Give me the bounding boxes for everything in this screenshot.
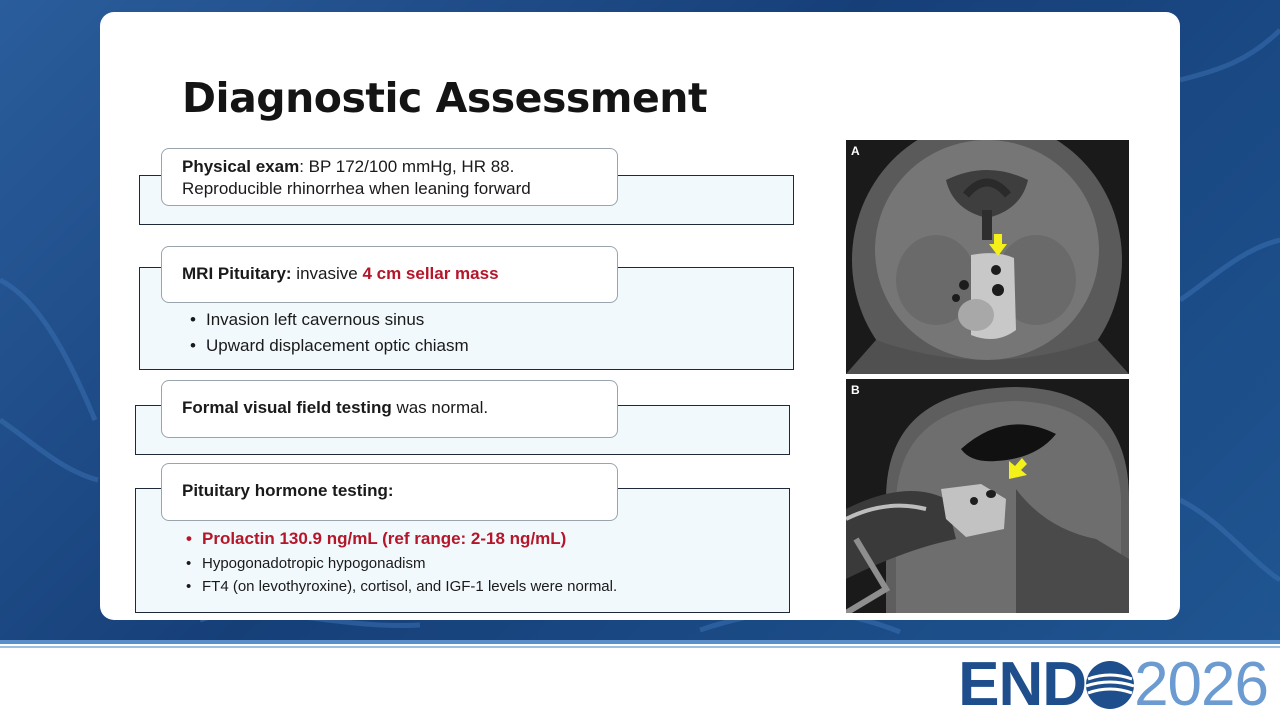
hormone-label: Pituitary hormone testing:: [182, 481, 394, 500]
mri-sagittal-drawing: [846, 379, 1129, 613]
physical-exam-label: Physical exam: [182, 157, 300, 176]
mri-text: invasive: [291, 264, 363, 283]
endo-logo: END 2026: [958, 650, 1269, 719]
mri-box: MRI Pituitary: invasive 4 cm sellar mass: [161, 246, 618, 303]
footer-stripe: [0, 640, 1280, 644]
mri-bullet-item: Upward displacement optic chiasm: [190, 333, 469, 359]
footer-stripe-thin: [0, 646, 1280, 648]
mri-sagittal-image: B: [846, 379, 1129, 613]
visual-field-label: Formal visual field testing: [182, 398, 392, 417]
visual-field-text: was normal.: [391, 398, 489, 417]
hormone-bullet-list: Prolactin 130.9 ng/mL (ref range: 2-18 n…: [186, 526, 617, 598]
hormone-bullet-item: FT4 (on levothyroxine), cortisol, and IG…: [186, 575, 617, 598]
mri-highlight: 4 cm sellar mass: [362, 264, 499, 283]
mri-bullet-list: Invasion left cavernous sinus Upward dis…: [190, 307, 469, 359]
slide-title: Diagnostic Assessment: [182, 74, 708, 122]
image-label-a: A: [851, 144, 860, 158]
logo-year-text: 2026: [1134, 650, 1269, 719]
physical-exam-finding: Reproducible rhinorrhea when leaning for…: [182, 179, 531, 198]
physical-exam-vitals: : BP 172/100 mmHg, HR 88.: [299, 157, 515, 176]
hormone-bullet-item: Hypogonadotropic hypogonadism: [186, 552, 617, 575]
mri-coronal-drawing: [846, 140, 1129, 374]
prolactin-bullet: Prolactin 130.9 ng/mL (ref range: 2-18 n…: [186, 526, 617, 552]
mri-label: MRI Pituitary:: [182, 264, 292, 283]
mri-bullet-item: Invasion left cavernous sinus: [190, 307, 469, 333]
hormone-box: Pituitary hormone testing:: [161, 463, 618, 521]
logo-end-text: END: [958, 650, 1087, 719]
globe-icon: [1085, 661, 1135, 709]
image-label-b: B: [851, 383, 860, 397]
physical-exam-box: Physical exam: BP 172/100 mmHg, HR 88. R…: [161, 148, 618, 206]
slide-card: Diagnostic Assessment Physical exam: BP …: [100, 12, 1180, 620]
mri-coronal-image: A: [846, 140, 1129, 374]
visual-field-box: Formal visual field testing was normal.: [161, 380, 618, 438]
